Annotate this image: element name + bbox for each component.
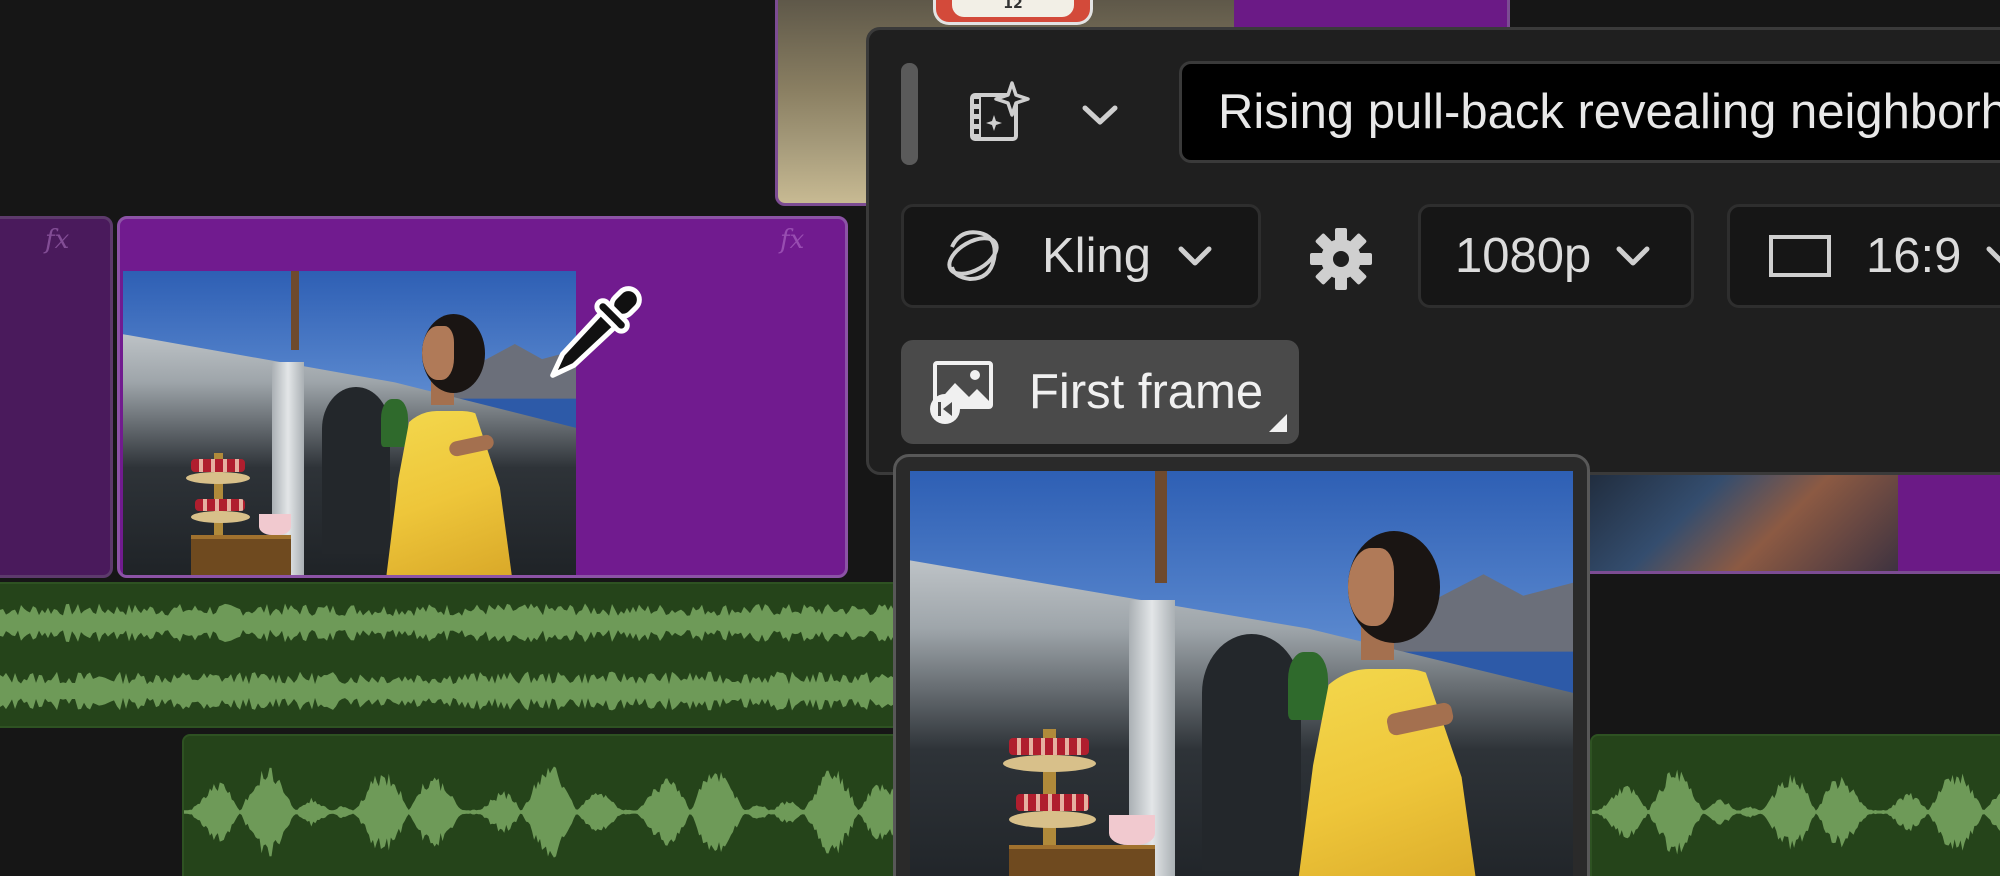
aspect-ratio-label: 16:9 <box>1866 229 1962 283</box>
rectangle-icon <box>1769 235 1831 277</box>
audio-clip-dialogue[interactable] <box>182 734 907 876</box>
wall-clock: 12 <box>933 0 1093 25</box>
ai-video-sparkle-icon <box>970 81 1030 141</box>
first-frame-preview <box>893 454 1590 876</box>
gear-icon[interactable] <box>1308 226 1374 292</box>
clock-label: 12 <box>952 0 1074 17</box>
chevron-down-icon[interactable] <box>1077 92 1123 138</box>
first-frame-label: First frame <box>1029 365 1264 419</box>
kling-logo-icon <box>947 230 999 282</box>
waveform <box>0 603 900 711</box>
prompt-input[interactable]: Rising pull-back revealing neighborhood <box>1179 61 2000 163</box>
first-frame-button[interactable]: First frame <box>901 340 1299 444</box>
waveform <box>1592 769 2000 855</box>
resolution-label: 1080p <box>1455 229 1592 283</box>
aspect-ratio-dropdown[interactable]: 16:9 <box>1727 204 2000 308</box>
fx-badge: fx <box>780 225 805 255</box>
chevron-down-icon <box>1178 246 1212 266</box>
fx-badge: fx <box>45 225 70 255</box>
clip-thumbnail <box>123 271 576 575</box>
audio-clip-dialogue-2[interactable] <box>1590 734 2000 876</box>
video-clip-right[interactable] <box>1575 470 2000 574</box>
model-label: Kling <box>1042 229 1151 283</box>
image-first-frame-icon <box>930 361 993 424</box>
resolution-dropdown[interactable]: 1080p <box>1418 204 1694 308</box>
panel-drag-handle[interactable] <box>901 63 918 165</box>
model-dropdown[interactable]: Kling <box>901 204 1261 308</box>
preview-image <box>910 471 1573 876</box>
chevron-down-icon <box>1616 246 1650 266</box>
audio-clip-music[interactable] <box>0 582 900 728</box>
waveform <box>184 766 905 858</box>
clip-thumbnail <box>1578 473 1898 571</box>
video-clip-selected[interactable]: fx <box>117 216 848 578</box>
generative-extend-panel: Rising pull-back revealing neighborhood … <box>866 27 2000 475</box>
chevron-down-icon <box>1986 246 2000 264</box>
video-clip-left[interactable]: fx <box>0 216 113 578</box>
eyedropper-cursor-icon <box>550 286 642 378</box>
dropdown-indicator-icon <box>1269 414 1287 432</box>
generator-type-button[interactable] <box>955 68 1045 158</box>
